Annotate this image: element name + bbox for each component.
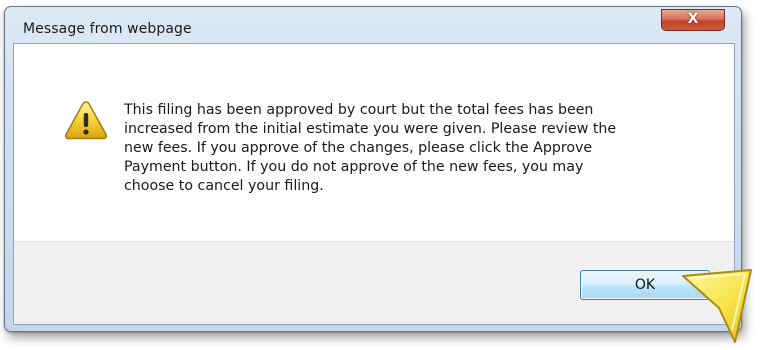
message-line: This filing has been approved by court b… bbox=[124, 102, 594, 118]
dialog-title: Message from webpage bbox=[23, 21, 192, 37]
button-area: OK bbox=[14, 241, 734, 324]
message-text: This filing has been approved by court b… bbox=[124, 101, 684, 196]
message-area: This filing has been approved by court b… bbox=[14, 44, 734, 241]
message-line: increased from the initial estimate you … bbox=[124, 121, 617, 137]
message-dialog: Message from webpage X This filing has b… bbox=[4, 6, 742, 332]
message-line: new fees. If you approve of the changes,… bbox=[124, 140, 593, 156]
warning-triangle-icon bbox=[64, 101, 108, 140]
pointer-arrow-icon bbox=[682, 269, 752, 343]
screenshot-stage: Message from webpage X This filing has b… bbox=[0, 0, 760, 350]
message-line: Payment button. If you do not approve of… bbox=[124, 159, 584, 175]
close-button[interactable]: X bbox=[661, 9, 725, 31]
message-line: choose to cancel your filing. bbox=[124, 178, 324, 194]
dialog-client-area: This filing has been approved by court b… bbox=[13, 43, 735, 325]
dialog-titlebar[interactable]: Message from webpage X bbox=[5, 7, 741, 47]
close-icon: X bbox=[687, 11, 699, 27]
